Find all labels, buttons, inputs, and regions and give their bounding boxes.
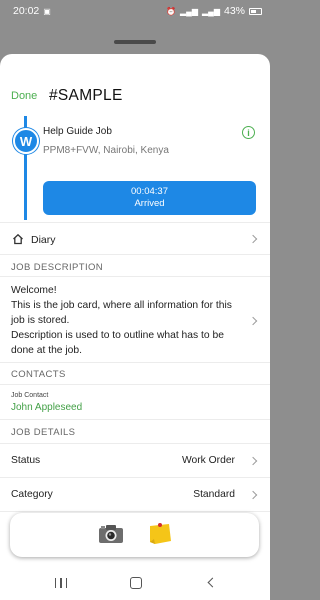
sheet-header: Done #SAMPLE bbox=[0, 54, 270, 110]
home-button-icon[interactable] bbox=[130, 577, 142, 589]
timer-status: Arrived bbox=[134, 198, 165, 209]
image-icon: ▣ bbox=[43, 6, 51, 16]
sticky-note-icon[interactable] bbox=[147, 521, 173, 547]
job-summary: W Help Guide Job PPM8+FVW, Nairobi, Keny… bbox=[0, 116, 270, 226]
chevron-right-icon bbox=[248, 456, 258, 466]
chevron-right-icon bbox=[248, 490, 258, 500]
job-description-text: Welcome! This is the job card, where all… bbox=[11, 285, 232, 356]
detail-value: Work Order bbox=[181, 455, 235, 466]
status-row[interactable]: Status Work Order bbox=[0, 443, 270, 477]
section-title: JOB DETAILS bbox=[11, 427, 76, 438]
detail-label: Status bbox=[11, 455, 41, 466]
diary-label: Diary bbox=[31, 234, 56, 246]
recents-icon[interactable] bbox=[55, 578, 67, 588]
contact-name[interactable]: John Appleseed bbox=[11, 402, 82, 413]
arrived-timer-button[interactable]: 00:04:37 Arrived bbox=[43, 181, 256, 215]
home-icon bbox=[13, 233, 23, 245]
diary-row[interactable]: Diary bbox=[0, 222, 270, 254]
battery-level: 43% bbox=[223, 5, 245, 17]
signal-icon: ▂▄▆ bbox=[180, 6, 198, 16]
job-address: PPM8+FVW, Nairobi, Kenya bbox=[43, 145, 169, 156]
detail-label: Category bbox=[11, 489, 53, 500]
chevron-right-icon bbox=[248, 234, 258, 244]
job-name: Help Guide Job bbox=[43, 126, 112, 137]
job-details-header: JOB DETAILS bbox=[0, 419, 270, 443]
wifi-icon: ▂▄▆ bbox=[202, 6, 220, 16]
sheet-grab-handle[interactable] bbox=[114, 40, 156, 44]
battery-icon bbox=[249, 7, 262, 15]
job-sheet: Done #SAMPLE W Help Guide Job PPM8+FVW, … bbox=[0, 54, 270, 570]
contacts-header: CONTACTS bbox=[0, 362, 270, 384]
page-title: #SAMPLE bbox=[49, 87, 123, 104]
status-time: 20:02 bbox=[13, 5, 40, 17]
alarm-icon: ⏰ bbox=[166, 6, 177, 16]
timer-elapsed: 00:04:37 bbox=[131, 186, 168, 197]
section-title: CONTACTS bbox=[11, 369, 66, 380]
detail-value: Standard bbox=[193, 489, 235, 500]
contact-label: Job Contact bbox=[11, 392, 49, 399]
camera-icon[interactable] bbox=[98, 523, 124, 545]
done-button[interactable]: Done bbox=[11, 90, 37, 102]
action-toolbar bbox=[10, 513, 259, 557]
job-description-header: JOB DESCRIPTION bbox=[0, 254, 270, 276]
info-icon[interactable]: i bbox=[242, 126, 255, 139]
avatar: W bbox=[13, 128, 39, 154]
status-bar: 20:02 ▣ ⏰ ▂▄▆ ▂▄▆ 43% bbox=[0, 0, 270, 22]
category-row[interactable]: Category Standard bbox=[0, 477, 270, 511]
section-title: JOB DESCRIPTION bbox=[11, 262, 104, 273]
